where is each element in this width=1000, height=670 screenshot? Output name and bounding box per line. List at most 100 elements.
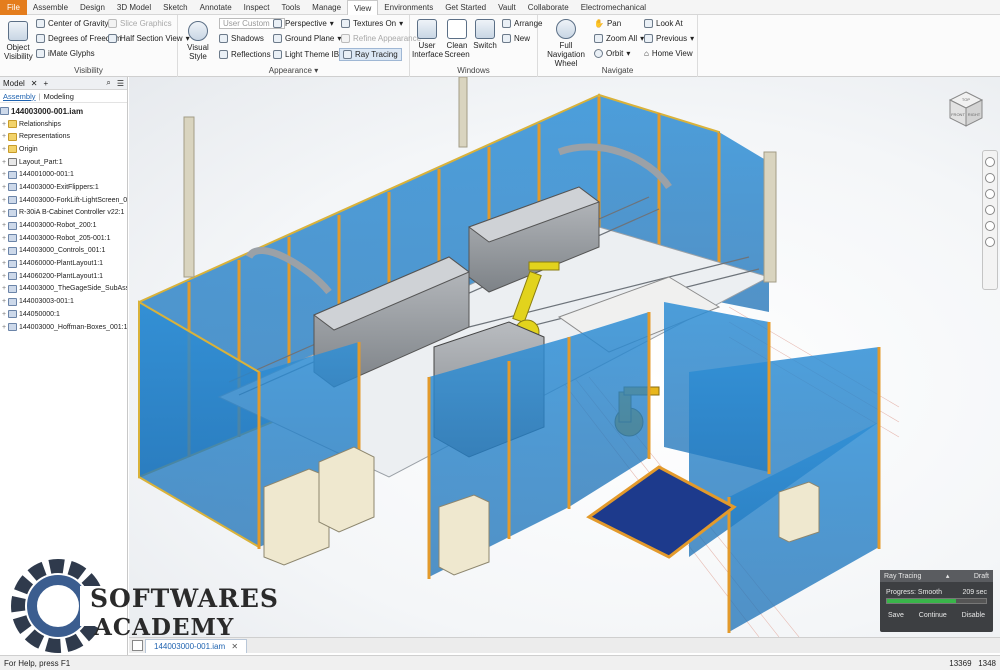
expand-icon[interactable]: +: [0, 146, 8, 153]
tab-sketch[interactable]: Sketch: [157, 0, 193, 15]
menu-icon[interactable]: ☰: [117, 79, 124, 88]
tree-item[interactable]: +144003000-Robot_200:1: [0, 219, 127, 232]
expand-icon[interactable]: +: [0, 159, 8, 166]
expand-icon[interactable]: +: [0, 260, 8, 267]
arrange-button[interactable]: Arrange: [502, 19, 542, 28]
tab-environments[interactable]: Environments: [378, 0, 439, 15]
collapse-icon[interactable]: ▴: [946, 572, 950, 580]
tab-3d-model[interactable]: 3D Model: [111, 0, 157, 15]
graphics-viewport[interactable]: [129, 77, 1000, 637]
shadows-button[interactable]: Shadows: [219, 34, 264, 43]
tab-manage[interactable]: Manage: [306, 0, 347, 15]
pan-button[interactable]: ✋ Pan: [594, 19, 621, 28]
tree-item[interactable]: +144003000-ExitFlippers:1: [0, 181, 127, 194]
tree-item[interactable]: +144060000-PlantLayout1:1: [0, 257, 127, 270]
navigation-bar: [982, 150, 998, 290]
expand-icon[interactable]: +: [0, 311, 8, 318]
tree-item[interactable]: +144060200-PlantLayout1:1: [0, 270, 127, 283]
hand-icon: ✋: [594, 19, 604, 28]
ray-tracing-actions: Save Continue Disable: [880, 604, 993, 619]
close-icon[interactable]: ✕: [31, 79, 38, 88]
new-window-button[interactable]: New: [502, 34, 530, 43]
tab-get-started[interactable]: Get Started: [439, 0, 492, 15]
steering-wheel-icon[interactable]: [985, 157, 995, 167]
textures-on-button[interactable]: Textures On ▾: [341, 19, 403, 28]
look-at-icon[interactable]: [985, 221, 995, 231]
orbit-button[interactable]: Orbit ▾: [594, 49, 630, 58]
tree-item[interactable]: + Relationships: [0, 118, 127, 131]
asm-icon: [8, 310, 17, 319]
home-view-button[interactable]: ⌂ Home View: [644, 49, 693, 58]
clean-screen-button[interactable]: Clean Screen: [442, 19, 472, 59]
tree-item[interactable]: +144001000-001:1: [0, 168, 127, 181]
navbar-menu-icon[interactable]: [985, 237, 995, 247]
switch-button[interactable]: Switch: [472, 19, 498, 50]
tab-vault[interactable]: Vault: [492, 0, 522, 15]
tab-design[interactable]: Design: [74, 0, 111, 15]
expand-icon[interactable]: +: [0, 298, 8, 305]
tree-item[interactable]: +144003000-Robot_205-001:1: [0, 232, 127, 245]
previous-view-button[interactable]: Previous ▾: [644, 34, 694, 43]
tab-assemble[interactable]: Assemble: [27, 0, 74, 15]
viewcube[interactable]: TOP FRONT RIGHT: [947, 90, 985, 128]
perspective-button[interactable]: Perspective ▾: [273, 19, 334, 28]
expand-icon[interactable]: +: [0, 184, 8, 191]
full-navigation-wheel-button[interactable]: Full Navigation Wheel: [542, 19, 590, 68]
shadows-icon: [219, 34, 228, 43]
user-interface-button[interactable]: User Interface: [412, 19, 443, 59]
expand-icon[interactable]: +: [0, 285, 8, 292]
expand-icon[interactable]: +: [0, 133, 8, 140]
tree-item[interactable]: +144003000_TheGageSide_SubAssy-LAYOUT: [0, 283, 127, 296]
quality-label[interactable]: Draft: [974, 573, 989, 580]
slice-graphics-icon: [108, 19, 117, 28]
expand-icon[interactable]: +: [0, 273, 8, 280]
tab-file[interactable]: File: [0, 0, 27, 15]
tab-collaborate[interactable]: Collaborate: [522, 0, 575, 15]
zoom-all-button[interactable]: Zoom All ▾: [594, 34, 644, 43]
tab-inspect[interactable]: Inspect: [238, 0, 276, 15]
disable-button[interactable]: Disable: [962, 612, 985, 619]
expand-icon[interactable]: +: [0, 235, 8, 242]
tree-item[interactable]: +144003000_Hoffman-Boxes_001:1: [0, 321, 127, 334]
save-button[interactable]: Save: [888, 612, 904, 619]
tree-root[interactable]: 144003000-001.iam: [0, 105, 127, 118]
tab-assembly[interactable]: Assembly: [3, 92, 36, 101]
continue-button[interactable]: Continue: [919, 612, 947, 619]
tab-tools[interactable]: Tools: [275, 0, 306, 15]
zoom-icon[interactable]: [985, 189, 995, 199]
tree-item[interactable]: + Origin: [0, 143, 127, 156]
reflections-button[interactable]: Reflections: [219, 50, 271, 59]
tab-electromechanical[interactable]: Electromechanical: [575, 0, 652, 15]
imate-glyphs-button[interactable]: iMate Glyphs: [36, 49, 95, 58]
tree-item[interactable]: +144003003-001:1: [0, 295, 127, 308]
expand-icon[interactable]: +: [0, 121, 8, 128]
tree-item[interactable]: +144003000-ForkLift-LightScreen_001:1: [0, 194, 127, 207]
ground-plane-button[interactable]: Ground Plane ▾: [273, 34, 341, 43]
visual-style-button[interactable]: Visual Style: [180, 21, 216, 61]
expand-icon[interactable]: +: [0, 324, 8, 331]
tab-annotate[interactable]: Annotate: [194, 0, 238, 15]
pan-icon[interactable]: [985, 173, 995, 183]
tree-item[interactable]: +144050000:1: [0, 308, 127, 321]
search-icon[interactable]: ⌕: [106, 78, 110, 88]
tree-item[interactable]: + Representations: [0, 130, 127, 143]
object-visibility-button[interactable]: Object Visibility: [4, 21, 33, 61]
appearance-group-label[interactable]: Appearance ▾: [178, 66, 409, 75]
orbit-icon: [594, 49, 603, 58]
orbit-icon[interactable]: [985, 205, 995, 215]
expand-icon[interactable]: +: [0, 171, 8, 178]
expand-icon[interactable]: +: [0, 209, 8, 216]
look-at-button[interactable]: Look At: [644, 19, 683, 28]
slice-graphics-button[interactable]: Slice Graphics: [108, 19, 172, 28]
ray-tracing-button[interactable]: Ray Tracing: [339, 48, 402, 61]
add-icon[interactable]: +: [44, 79, 49, 88]
tree-item[interactable]: + R-30iA B-Cabinet Controller v22:1: [0, 207, 127, 220]
tab-view[interactable]: View: [347, 0, 379, 15]
expand-icon[interactable]: +: [0, 197, 8, 204]
tree-item[interactable]: + Layout_Part:1: [0, 156, 127, 169]
expand-icon[interactable]: +: [0, 247, 8, 254]
center-of-gravity-button[interactable]: Center of Gravity: [36, 19, 108, 28]
expand-icon[interactable]: +: [0, 222, 8, 229]
tree-item[interactable]: +144003000_Controls_001:1: [0, 245, 127, 258]
tab-modeling[interactable]: Modeling: [43, 92, 73, 101]
